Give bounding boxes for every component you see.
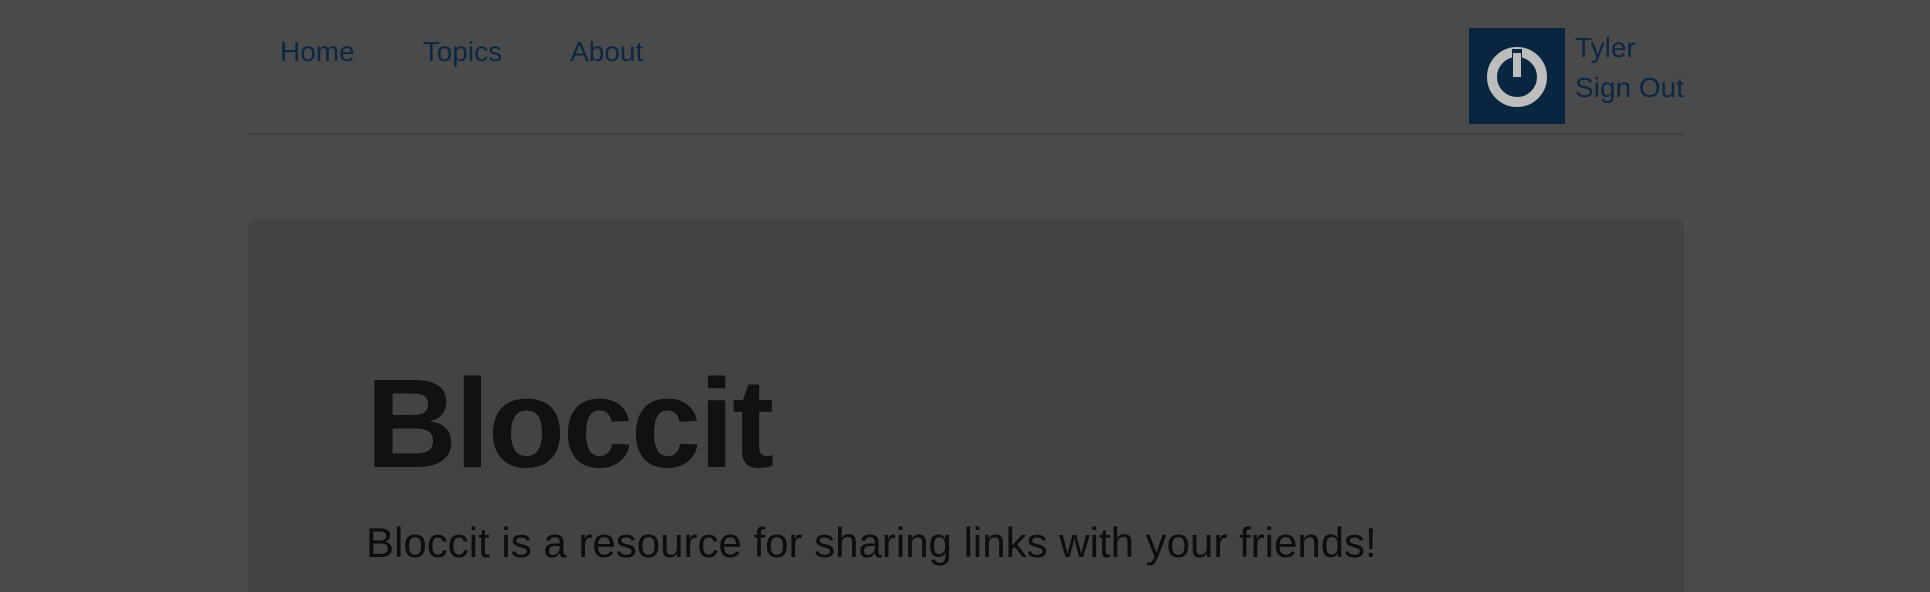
nav-link-home[interactable]: Home (280, 34, 355, 70)
page-container: Home Topics About Tyler Sign Out Bloccit… (248, 0, 1684, 592)
user-name[interactable]: Tyler (1575, 30, 1684, 66)
sign-out-link[interactable]: Sign Out (1575, 70, 1684, 106)
avatar[interactable] (1469, 28, 1566, 124)
top-navbar: Home Topics About Tyler Sign Out (248, 0, 1684, 135)
nav-link-about[interactable]: About (570, 34, 643, 70)
page-title: Bloccit (366, 353, 774, 494)
user-menu: Tyler Sign Out (1469, 28, 1684, 124)
nav-link-topics[interactable]: Topics (423, 34, 502, 70)
nav-links: Home Topics About (280, 34, 711, 70)
user-text: Tyler Sign Out (1575, 28, 1684, 106)
lead-text: Bloccit is a resource for sharing links … (366, 519, 1377, 566)
power-icon (1487, 47, 1548, 107)
jumbotron: Bloccit Bloccit is a resource for sharin… (248, 219, 1684, 592)
